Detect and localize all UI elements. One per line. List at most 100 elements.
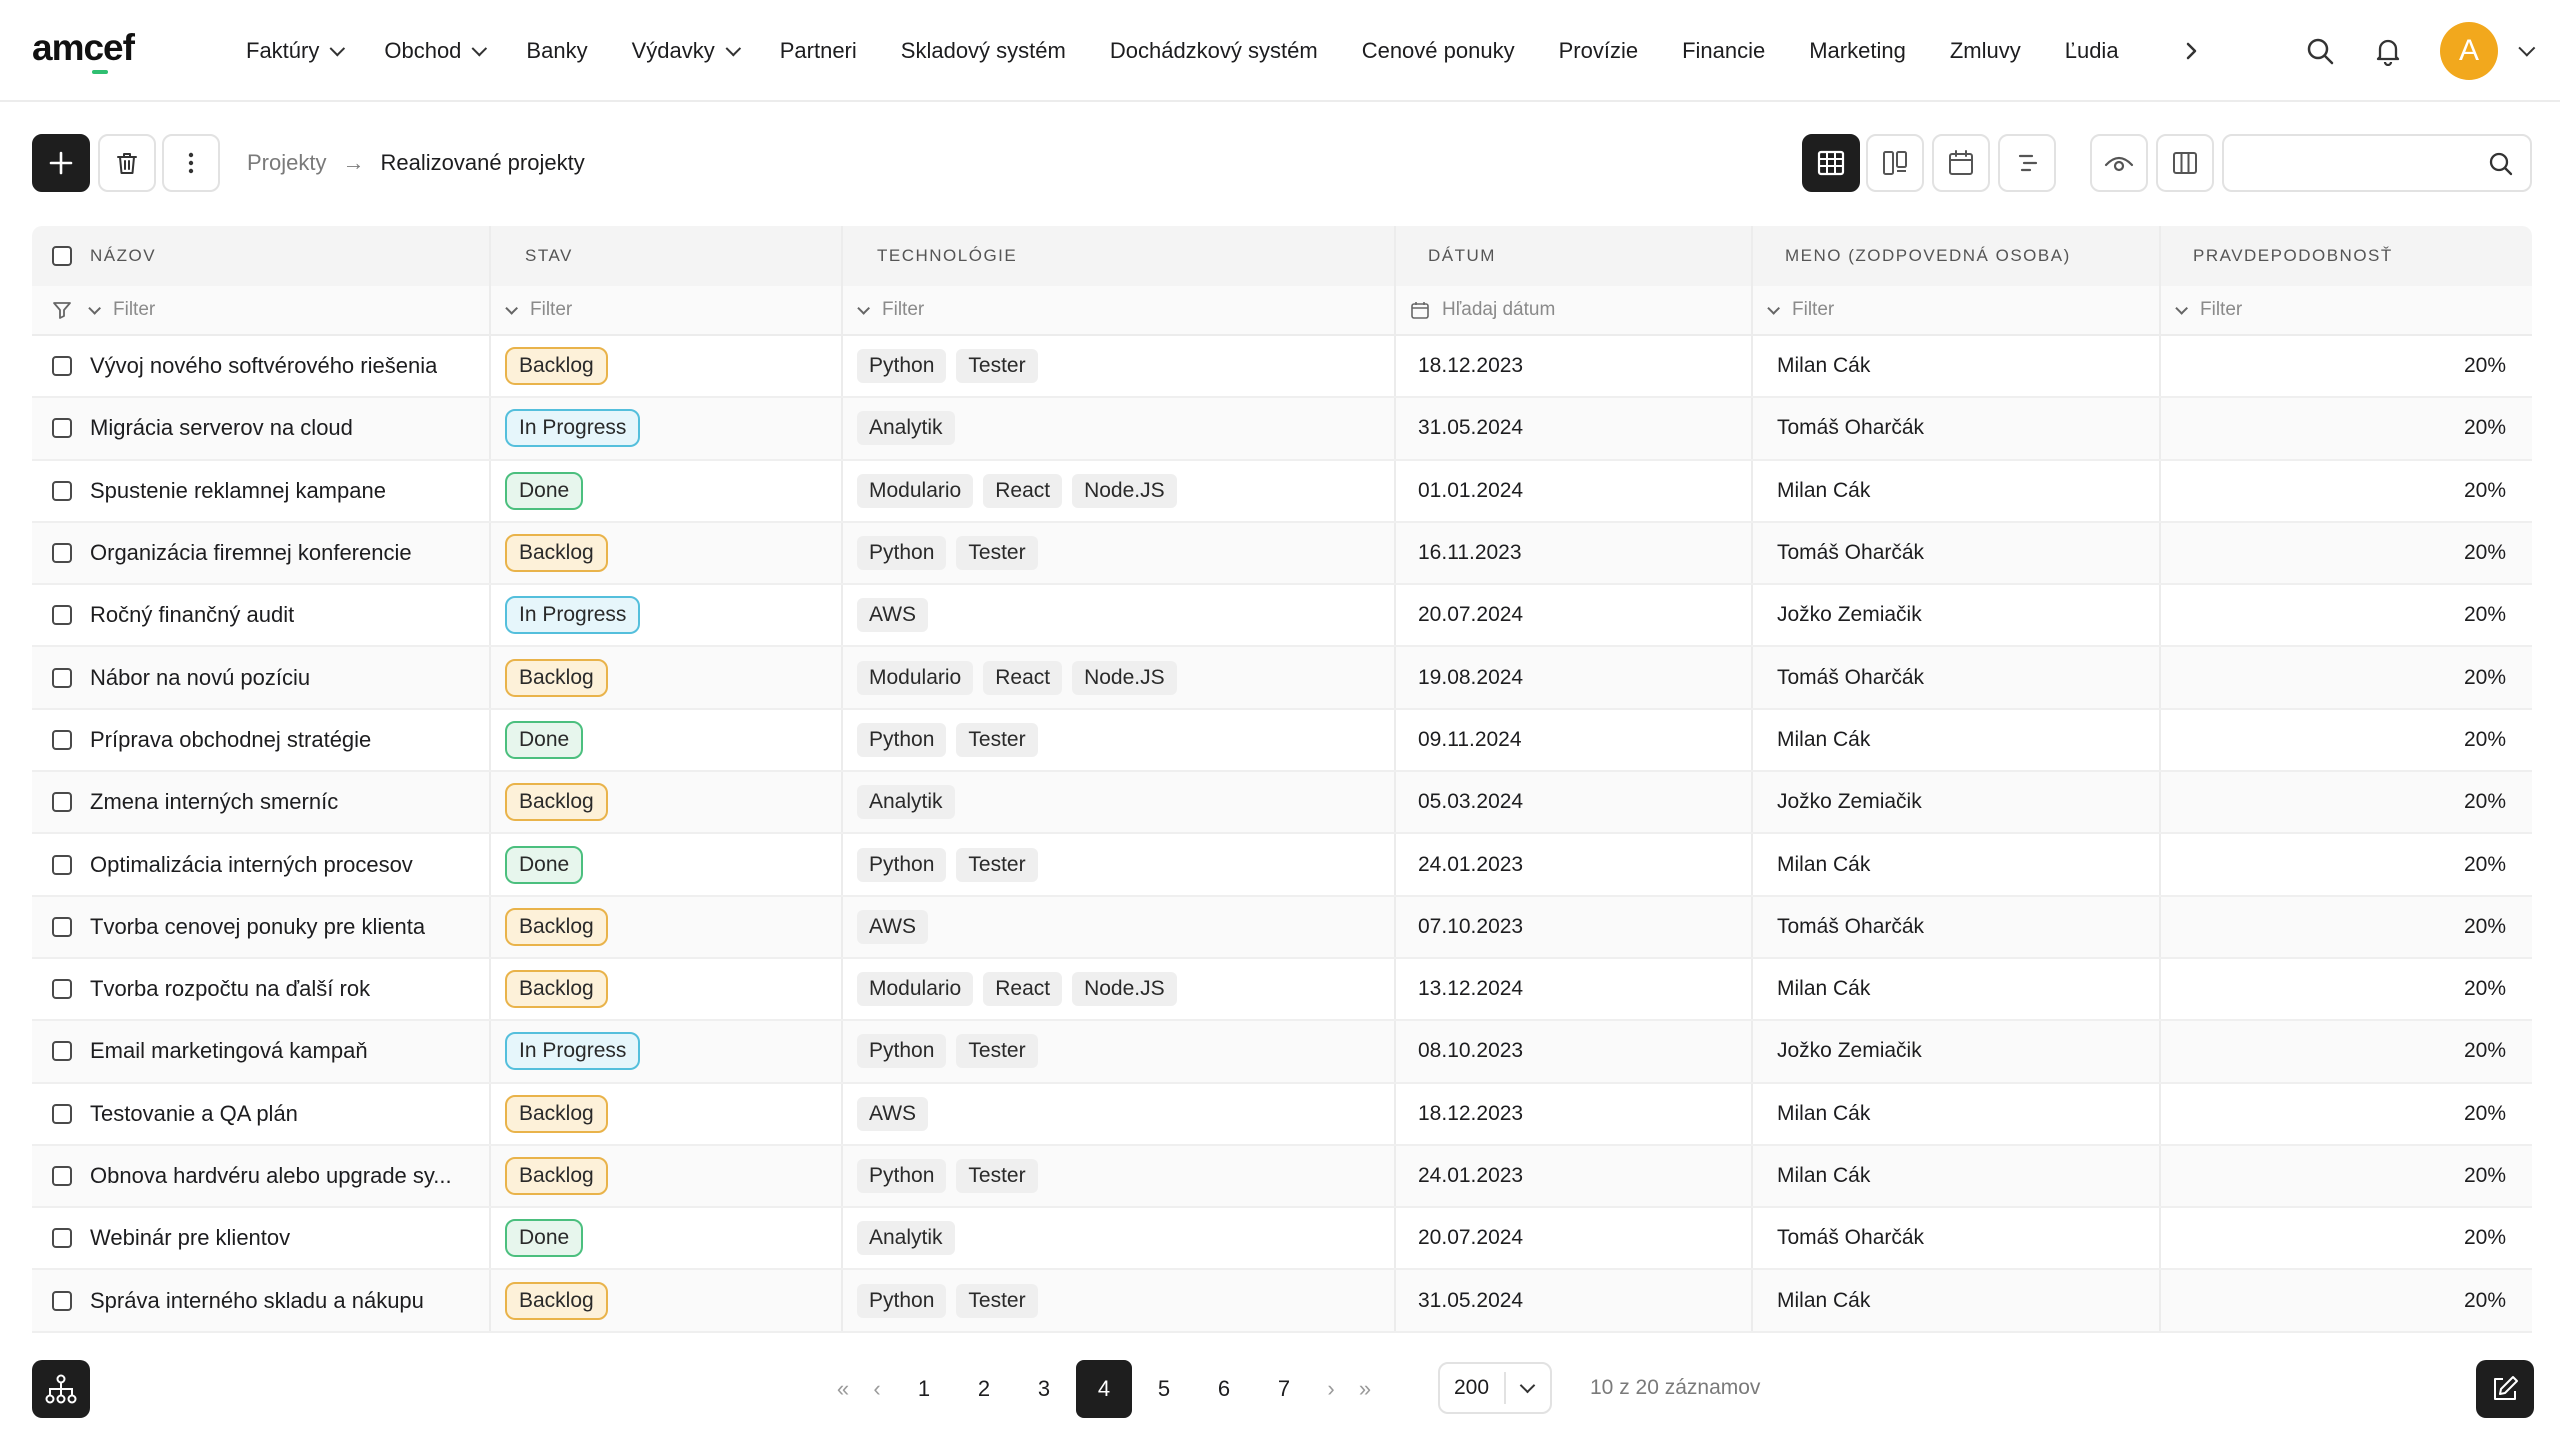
- calendar-view-button[interactable]: [1932, 134, 1990, 192]
- prev-page-icon[interactable]: ‹: [860, 1360, 894, 1418]
- nav-item-8[interactable]: Provízie: [1559, 38, 1638, 64]
- search-icon[interactable]: [2290, 21, 2350, 81]
- filter-status[interactable]: Filter: [491, 286, 843, 334]
- hierarchy-button[interactable]: [32, 1360, 90, 1418]
- nav-item-2[interactable]: Banky: [526, 38, 587, 64]
- amcef-logo[interactable]: amcef: [32, 28, 135, 76]
- status-badge[interactable]: Backlog: [505, 534, 608, 573]
- table-search-input[interactable]: [2238, 146, 2468, 182]
- project-name[interactable]: Optimalizácia interných procesov: [90, 852, 413, 878]
- header-date[interactable]: Dátum: [1396, 226, 1753, 286]
- status-badge[interactable]: Done: [505, 471, 584, 510]
- columns-button[interactable]: [2156, 134, 2214, 192]
- last-page-icon[interactable]: »: [1348, 1360, 1382, 1418]
- row-checkbox[interactable]: [52, 1290, 72, 1311]
- nav-item-5[interactable]: Skladový systém: [901, 38, 1066, 64]
- status-badge[interactable]: Done: [505, 845, 584, 884]
- more-actions-button[interactable]: [162, 134, 220, 192]
- status-badge[interactable]: Done: [505, 720, 584, 759]
- table-row[interactable]: Spustenie reklamnej kampane Done Modular…: [32, 460, 2532, 523]
- status-badge[interactable]: Backlog: [505, 783, 608, 822]
- nav-item-9[interactable]: Financie: [1682, 38, 1765, 64]
- table-row[interactable]: Optimalizácia interných procesov Done Py…: [32, 834, 2532, 897]
- account-chevron-down-icon[interactable]: [2518, 39, 2536, 57]
- row-checkbox[interactable]: [52, 1228, 72, 1249]
- table-row[interactable]: Migrácia serverov na cloud In Progress A…: [32, 398, 2532, 461]
- table-row[interactable]: Organizácia firemnej konferencie Backlog…: [32, 522, 2532, 586]
- page-1-button[interactable]: 1: [896, 1360, 952, 1418]
- page-6-button[interactable]: 6: [1196, 1360, 1252, 1418]
- page-size-select[interactable]: 200: [1438, 1362, 1552, 1414]
- filter-name[interactable]: Filter: [32, 286, 491, 334]
- table-row[interactable]: Správa interného skladu a nákupu Backlog…: [32, 1270, 2532, 1333]
- status-badge[interactable]: Backlog: [505, 658, 608, 697]
- header-technologies[interactable]: Technológie: [843, 226, 1396, 286]
- nav-item-11[interactable]: Zmluvy: [1950, 38, 2021, 64]
- filter-probability[interactable]: Filter: [2161, 286, 2532, 334]
- table-row[interactable]: Email marketingová kampaň In Progress Py…: [32, 1021, 2532, 1084]
- table-row[interactable]: Obnova hardvéru alebo upgrade sy... Back…: [32, 1145, 2532, 1209]
- table-row[interactable]: Tvorba rozpočtu na ďalší rok Backlog Mod…: [32, 958, 2532, 1022]
- page-4-button[interactable]: 4: [1076, 1360, 1132, 1418]
- first-page-icon[interactable]: «: [826, 1360, 860, 1418]
- edit-note-button[interactable]: [2476, 1360, 2534, 1418]
- select-all-checkbox[interactable]: [52, 246, 72, 266]
- status-badge[interactable]: Backlog: [505, 1281, 608, 1320]
- project-name[interactable]: Organizácia firemnej konferencie: [90, 540, 412, 566]
- table-row[interactable]: Tvorba cenovej ponuky pre klienta Backlo…: [32, 896, 2532, 959]
- page-7-button[interactable]: 7: [1256, 1360, 1312, 1418]
- project-name[interactable]: Nábor na novú pozíciu: [90, 665, 310, 691]
- visibility-toggle-button[interactable]: [2090, 134, 2148, 192]
- nav-item-1[interactable]: Obchod: [384, 38, 488, 64]
- status-badge[interactable]: Backlog: [505, 1157, 608, 1195]
- project-name[interactable]: Email marketingová kampaň: [90, 1038, 368, 1064]
- status-badge[interactable]: In Progress: [505, 409, 641, 448]
- project-name[interactable]: Vývoj nového softvérového riešenia: [90, 353, 437, 379]
- project-name[interactable]: Spustenie reklamnej kampane: [90, 478, 386, 504]
- delete-button[interactable]: [98, 134, 156, 192]
- nav-item-10[interactable]: Marketing: [1809, 38, 1906, 64]
- table-row[interactable]: Nábor na novú pozíciu Backlog Modulario R…: [32, 647, 2532, 710]
- breadcrumb-parent-link[interactable]: Projekty: [247, 150, 326, 176]
- project-name[interactable]: Tvorba cenovej ponuky pre klienta: [90, 914, 425, 940]
- project-name[interactable]: Migrácia serverov na cloud: [90, 415, 353, 441]
- table-row[interactable]: Príprava obchodnej stratégie Done Python…: [32, 709, 2532, 773]
- nav-item-6[interactable]: Dochádzkový systém: [1110, 38, 1318, 64]
- table-row[interactable]: Vývoj nového softvérového riešenia Backl…: [32, 336, 2532, 399]
- project-name[interactable]: Webinár pre klientov: [90, 1225, 290, 1251]
- project-name[interactable]: Testovanie a QA plán: [90, 1101, 298, 1127]
- nav-item-0[interactable]: Faktúry: [246, 38, 346, 64]
- row-checkbox[interactable]: [52, 1041, 72, 1062]
- table-row[interactable]: Testovanie a QA plán Backlog AWS 18.12.2…: [32, 1083, 2532, 1146]
- user-avatar[interactable]: A: [2440, 22, 2498, 80]
- nav-item-3[interactable]: Výdavky: [632, 38, 741, 64]
- row-checkbox[interactable]: [52, 480, 72, 501]
- row-checkbox[interactable]: [52, 605, 72, 626]
- bell-icon[interactable]: [2358, 21, 2418, 81]
- row-checkbox[interactable]: [52, 729, 72, 750]
- header-status[interactable]: Stav: [491, 226, 843, 286]
- row-checkbox[interactable]: [52, 854, 72, 875]
- table-row[interactable]: Zmena interných smerníc Backlog Analytik…: [32, 772, 2532, 835]
- table-view-button[interactable]: [1802, 134, 1860, 192]
- status-badge[interactable]: Backlog: [505, 1094, 608, 1133]
- status-badge[interactable]: Backlog: [505, 970, 608, 1009]
- row-checkbox[interactable]: [52, 356, 72, 377]
- nav-item-12[interactable]: Ľudia: [2065, 38, 2119, 64]
- row-checkbox[interactable]: [52, 979, 72, 1000]
- row-checkbox[interactable]: [52, 667, 72, 688]
- header-probability[interactable]: Pravdepodobnosť: [2161, 226, 2532, 286]
- row-checkbox[interactable]: [52, 792, 72, 813]
- status-badge[interactable]: In Progress: [505, 596, 641, 635]
- table-row[interactable]: Webinár pre klientov Done Analytik 20.07…: [32, 1208, 2532, 1271]
- row-checkbox[interactable]: [52, 1166, 72, 1186]
- filter-person[interactable]: Filter: [1753, 286, 2161, 334]
- page-2-button[interactable]: 2: [956, 1360, 1012, 1418]
- row-checkbox[interactable]: [52, 418, 72, 439]
- status-badge[interactable]: Done: [505, 1219, 584, 1258]
- filter-date[interactable]: Hľadaj dátum: [1396, 286, 1753, 334]
- project-name[interactable]: Správa interného skladu a nákupu: [90, 1288, 424, 1314]
- page-5-button[interactable]: 5: [1136, 1360, 1192, 1418]
- nav-item-4[interactable]: Partneri: [780, 38, 857, 64]
- status-badge[interactable]: Backlog: [505, 907, 608, 946]
